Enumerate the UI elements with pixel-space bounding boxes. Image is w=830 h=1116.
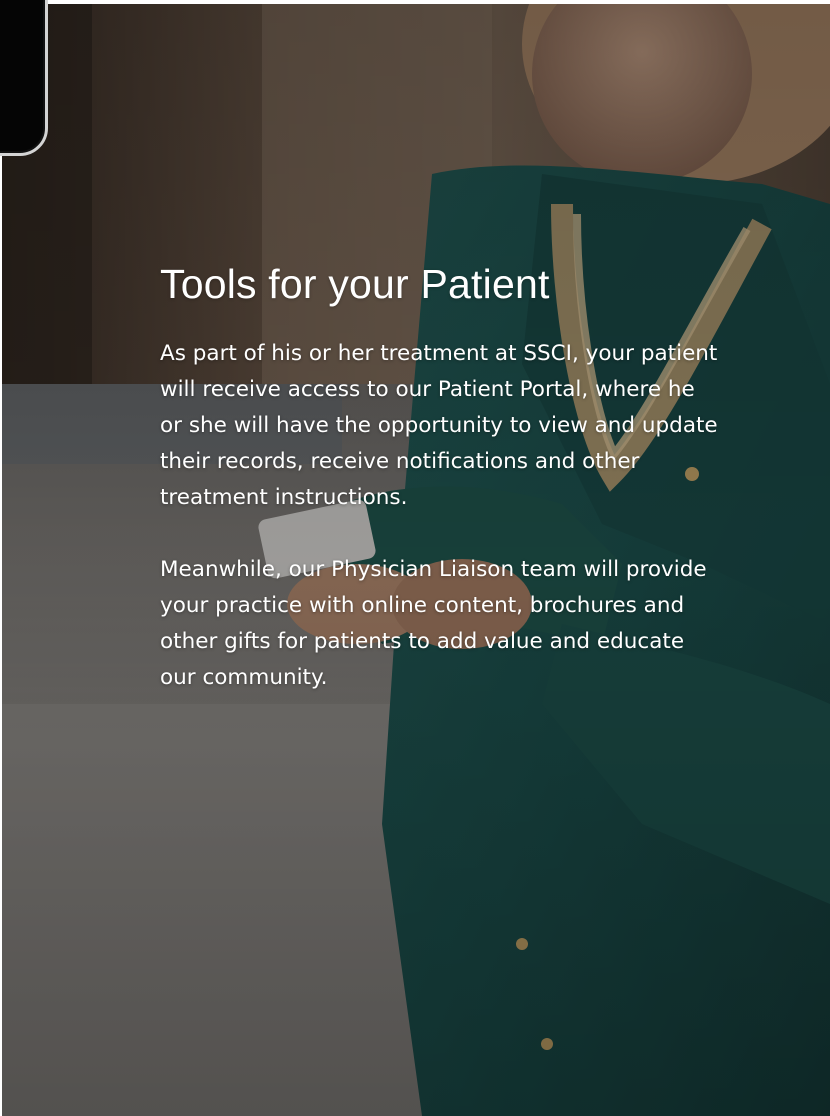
paragraph-portal: As part of his or her treatment at SSCI,… (160, 341, 718, 510)
device-bezel-corner (0, 0, 48, 156)
paragraph-liaison: Meanwhile, our Physician Liaison team wi… (160, 557, 707, 690)
page: Tools for your Patient As part of his or… (0, 0, 830, 1116)
content-block: Tools for your Patient As part of his or… (160, 256, 720, 696)
page-title: Tools for your Patient (160, 261, 550, 307)
